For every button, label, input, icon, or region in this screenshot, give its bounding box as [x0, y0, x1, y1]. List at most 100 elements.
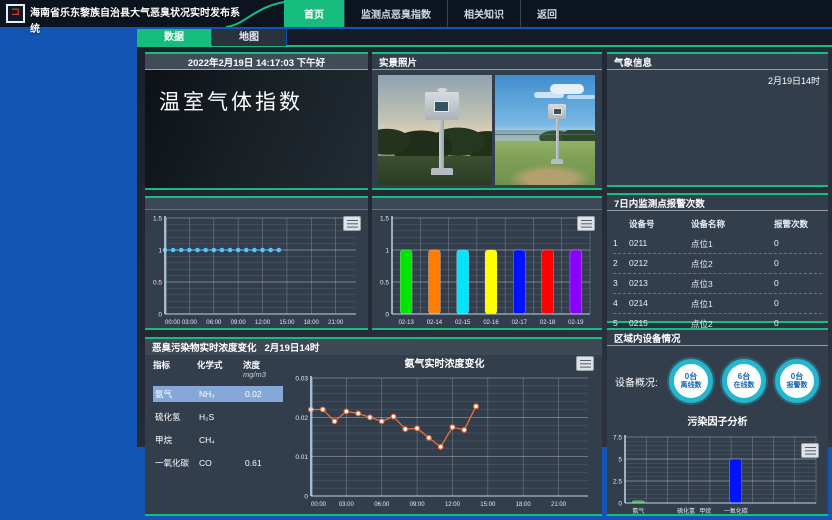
device-stat-circles: 0台 离线数 6台 在线数 0台 报警数 — [669, 359, 819, 403]
pollutant-value: 0.61 — [245, 458, 283, 468]
pollutant-row[interactable]: 硫化氢 H₂S — [153, 409, 283, 425]
nh3-line-chart[interactable]: 00.010.020.0300:0003:0006:0009:0012:0015… — [287, 373, 594, 509]
device-name: 点位2 — [691, 258, 774, 270]
alarm-table-row[interactable]: 3 0213 点位3 0 — [613, 274, 822, 294]
secondary-bar — [287, 29, 832, 46]
chart-menu-button[interactable] — [343, 216, 361, 231]
pollutant-row[interactable]: 甲烷 CH₄ — [153, 432, 283, 448]
col-concentration: 浓度 mg/m3 — [243, 361, 283, 379]
photo2-cloud — [550, 84, 584, 94]
alarm-count: 0 — [774, 238, 822, 250]
banner-body: 温室气体指数 — [145, 70, 368, 188]
pollutant-row[interactable]: 氨气 NH₃ 0.02 — [153, 386, 283, 402]
svg-text:02-17: 02-17 — [512, 320, 528, 326]
nav-item[interactable]: 返回 — [520, 0, 573, 27]
index-chart-wrap: 00.511.500:0003:0006:0009:0012:0015:0018… — [145, 210, 368, 327]
factor-chart-wrap: 02.557.5氨气硫化氢甲烷一氧化碳 — [607, 429, 828, 516]
pollutant-row[interactable]: 一氧化碳 CO 0.61 — [153, 455, 283, 471]
alarm-table-row[interactable]: 1 0211 点位1 0 — [613, 234, 822, 254]
svg-text:0: 0 — [385, 312, 389, 319]
svg-text:15:00: 15:00 — [480, 502, 496, 508]
pollutant-table: 指标 化学式 浓度 mg/m3 氨气 NH₃ 0.02 硫化氢 — [145, 355, 287, 510]
chart-menu-button[interactable] — [801, 443, 819, 458]
odor-panel-header: 恶臭污染物实时浓度变化 2月19日14时 — [145, 339, 602, 355]
nav-item[interactable]: 监测点恶臭指数 — [344, 0, 447, 27]
panel-header — [145, 198, 368, 210]
nav-item[interactable]: 相关知识 — [447, 0, 520, 27]
stat-count: 0台 — [685, 372, 697, 382]
row-index: 4 — [613, 298, 629, 310]
logo-glyph: ⊐ — [11, 7, 20, 18]
factor-chart-title: 污染因子分析 — [607, 413, 828, 428]
svg-text:09:00: 09:00 — [410, 502, 426, 508]
alarm-table-row[interactable]: 2 0212 点位2 0 — [613, 254, 822, 274]
svg-text:1: 1 — [158, 248, 162, 255]
alarm-panel-title: 7日内监测点报警次数 — [607, 195, 828, 211]
device-stat-circle: 0台 报警数 — [775, 359, 819, 403]
svg-text:0.5: 0.5 — [153, 280, 162, 287]
svg-text:0: 0 — [158, 312, 162, 319]
alarm-col-device-name: 设备名称 — [691, 218, 774, 230]
svg-text:0.02: 0.02 — [295, 415, 308, 422]
pollutant-formula: CO — [199, 458, 245, 468]
svg-text:18:00: 18:00 — [304, 320, 320, 326]
device-id: 0212 — [629, 258, 691, 270]
svg-text:02-18: 02-18 — [540, 320, 556, 326]
nav-item[interactable]: 首页 — [284, 0, 344, 27]
svg-text:0.03: 0.03 — [295, 376, 308, 383]
svg-text:5: 5 — [618, 457, 622, 464]
daily-bar-chart[interactable]: 00.511.502-1302-1402-1502-1602-1702-1802… — [374, 213, 596, 327]
chart-menu-button[interactable] — [577, 216, 595, 231]
device-stat-circle: 0台 离线数 — [669, 359, 713, 403]
app-logo-icon: ⊐ — [6, 4, 25, 23]
chart-menu-button[interactable] — [576, 356, 594, 371]
daily-index-panel: 00.511.502-1302-1402-1502-1602-1702-1802… — [372, 196, 602, 330]
alarm-col-index — [613, 218, 629, 230]
svg-text:02-15: 02-15 — [455, 320, 471, 326]
svg-text:甲烷: 甲烷 — [699, 507, 711, 515]
alarm-col-count: 报警次数 — [774, 218, 822, 230]
factor-bar-chart[interactable]: 02.557.5氨气硫化氢甲烷一氧化碳 — [609, 432, 822, 516]
alarm-table-row[interactable]: 4 0214 点位1 0 — [613, 294, 822, 314]
pollutant-value: 0.02 — [245, 389, 283, 399]
device-id: 0214 — [629, 298, 691, 310]
svg-text:0.5: 0.5 — [380, 280, 389, 287]
concentration-unit: mg/m3 — [243, 371, 283, 380]
alarm-count: 0 — [774, 258, 822, 270]
panel-header — [372, 198, 602, 210]
alarm-table-panel: 7日内监测点报警次数 设备号 设备名称 报警次数 1 0211 点位1 0 2 … — [607, 193, 828, 323]
pollutant-name: 硫化氢 — [155, 411, 199, 423]
svg-text:0: 0 — [618, 501, 622, 508]
svg-text:21:00: 21:00 — [551, 502, 567, 508]
odor-panel-body: 指标 化学式 浓度 mg/m3 氨气 NH₃ 0.02 硫化氢 — [145, 355, 602, 510]
main-nav: 首页监测点恶臭指数相关知识返回 — [284, 0, 573, 27]
stat-count: 0台 — [791, 372, 803, 382]
svg-text:1.5: 1.5 — [153, 216, 162, 223]
svg-text:09:00: 09:00 — [231, 320, 247, 326]
odor-panel-time: 2月19日14时 — [265, 340, 320, 354]
pollutant-name: 一氧化碳 — [155, 457, 199, 469]
stat-label: 报警数 — [787, 382, 808, 390]
site-photo-1 — [378, 75, 492, 185]
alarm-count: 0 — [774, 298, 822, 310]
weather-panel: 气象信息 2月19日14时 — [607, 52, 828, 187]
datetime-text: 2022年2月19日 14:17:03 下午好 — [188, 55, 325, 69]
device-name: 点位1 — [691, 298, 774, 310]
index-line-chart[interactable]: 00.511.500:0003:0006:0009:0012:0015:0018… — [147, 213, 362, 327]
nh3-chart-title: 氨气实时浓度变化 — [287, 356, 602, 373]
svg-text:21:00: 21:00 — [328, 320, 344, 326]
pollutant-name: 甲烷 — [155, 434, 199, 446]
daily-chart-wrap: 00.511.502-1302-1402-1502-1602-1702-1802… — [372, 210, 602, 327]
device-name: 点位1 — [691, 238, 774, 250]
weather-time: 2月19日14时 — [768, 76, 820, 86]
device-stats-label: 设备概况: — [615, 374, 669, 389]
pollutant-formula: CH₄ — [199, 435, 245, 445]
svg-text:06:00: 06:00 — [206, 320, 222, 326]
svg-text:02-16: 02-16 — [483, 320, 499, 326]
row-index: 3 — [613, 278, 629, 290]
banner-panel: 2022年2月19日 14:17:03 下午好 温室气体指数 — [145, 52, 368, 190]
row-index: 1 — [613, 238, 629, 250]
monitoring-station-icon — [547, 104, 567, 164]
svg-text:1.5: 1.5 — [380, 216, 389, 223]
index-trend-panel: 00.511.500:0003:0006:0009:0012:0015:0018… — [145, 196, 368, 330]
